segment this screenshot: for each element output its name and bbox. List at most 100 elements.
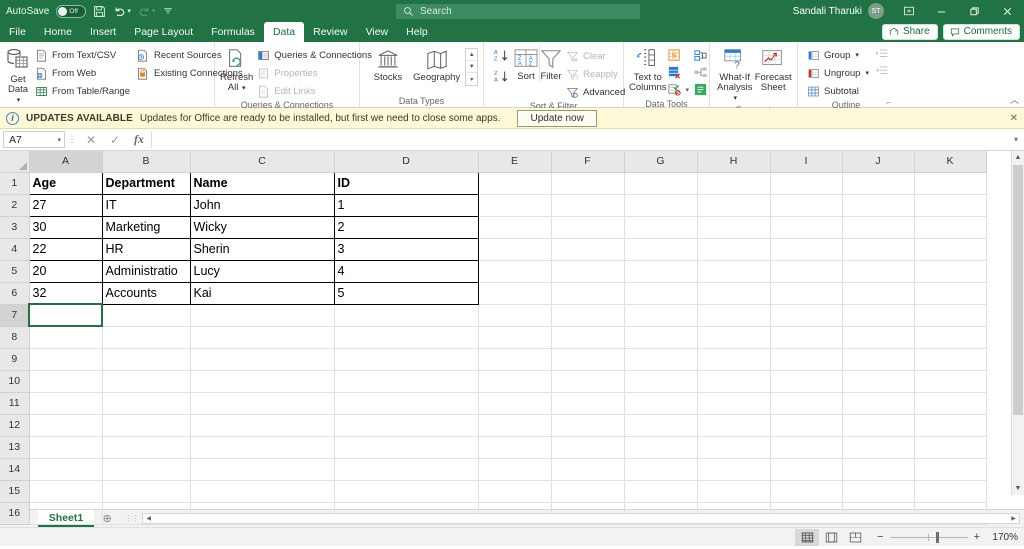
cell-B7[interactable] xyxy=(102,304,190,326)
row-header-14[interactable]: 14 xyxy=(0,458,29,480)
cell-I3[interactable] xyxy=(770,216,842,238)
cell-F15[interactable] xyxy=(551,480,624,502)
cell-C5[interactable]: Lucy xyxy=(190,260,334,282)
cell-I15[interactable] xyxy=(770,480,842,502)
cell-A16[interactable] xyxy=(29,502,102,524)
restore-icon[interactable] xyxy=(958,0,991,22)
cell-D7[interactable] xyxy=(334,304,478,326)
cell-F12[interactable] xyxy=(551,414,624,436)
queries-connections-button[interactable]: Queries & Connections xyxy=(253,47,375,63)
cell-D13[interactable] xyxy=(334,436,478,458)
column-header-b[interactable]: B xyxy=(102,151,190,172)
from-web-button[interactable]: From Web xyxy=(31,65,133,81)
cell-I5[interactable] xyxy=(770,260,842,282)
cell-D4[interactable]: 3 xyxy=(334,238,478,260)
cell-D14[interactable] xyxy=(334,458,478,480)
cell-C8[interactable] xyxy=(190,326,334,348)
undo-icon[interactable]: ▾ xyxy=(113,5,131,18)
customize-quick-access-icon[interactable] xyxy=(162,5,174,17)
get-data-button[interactable]: Get Data ▾ xyxy=(5,45,31,106)
subtotal-button[interactable]: Subtotal xyxy=(803,83,872,99)
cell-H14[interactable] xyxy=(697,458,770,480)
data-validation-dropdown-caret[interactable]: ▾ xyxy=(686,86,693,94)
cell-B9[interactable] xyxy=(102,348,190,370)
tab-data[interactable]: Data xyxy=(264,22,304,42)
cell-F4[interactable] xyxy=(551,238,624,260)
cell-C4[interactable]: Sherin xyxy=(190,238,334,260)
name-box-caret-icon[interactable]: ▾ xyxy=(57,136,61,144)
cell-A9[interactable] xyxy=(29,348,102,370)
ribbon-display-options-icon[interactable] xyxy=(892,0,925,22)
update-now-button[interactable]: Update now xyxy=(517,110,596,127)
data-types-gallery-spinner[interactable]: ▲ ▼ ▾ xyxy=(465,48,478,86)
cell-B2[interactable]: IT xyxy=(102,194,190,216)
undo-dropdown-caret[interactable]: ▾ xyxy=(127,8,131,15)
cell-A2[interactable]: 27 xyxy=(29,194,102,216)
cell-C10[interactable] xyxy=(190,370,334,392)
tab-formulas[interactable]: Formulas xyxy=(202,22,264,42)
cell-H4[interactable] xyxy=(697,238,770,260)
cell-I6[interactable] xyxy=(770,282,842,304)
normal-view-icon[interactable] xyxy=(795,529,819,546)
column-header-h[interactable]: H xyxy=(697,151,770,172)
scroll-up-icon[interactable]: ▲ xyxy=(1012,151,1024,164)
cell-I10[interactable] xyxy=(770,370,842,392)
cell-H12[interactable] xyxy=(697,414,770,436)
share-button[interactable]: Share xyxy=(882,24,938,40)
cell-C3[interactable]: Wicky xyxy=(190,216,334,238)
sort-button[interactable]: ZAAZ Sort xyxy=(513,46,539,82)
cell-A6[interactable]: 32 xyxy=(29,282,102,304)
column-header-e[interactable]: E xyxy=(478,151,551,172)
comments-button[interactable]: Comments xyxy=(943,24,1020,40)
cell-G14[interactable] xyxy=(624,458,697,480)
gallery-scroll-up-icon[interactable]: ▲ xyxy=(466,49,477,61)
vertical-scroll-thumb[interactable] xyxy=(1013,165,1023,415)
cell-C14[interactable] xyxy=(190,458,334,480)
cell-J2[interactable] xyxy=(842,194,914,216)
column-header-k[interactable]: K xyxy=(914,151,986,172)
cell-K9[interactable] xyxy=(914,348,986,370)
outline-dialog-launcher[interactable]: ⌐ xyxy=(886,98,891,107)
cell-G10[interactable] xyxy=(624,370,697,392)
cell-E13[interactable] xyxy=(478,436,551,458)
row-header-5[interactable]: 5 xyxy=(0,260,29,282)
cell-A3[interactable]: 30 xyxy=(29,216,102,238)
cell-I8[interactable] xyxy=(770,326,842,348)
cell-F5[interactable] xyxy=(551,260,624,282)
cell-E15[interactable] xyxy=(478,480,551,502)
cell-G8[interactable] xyxy=(624,326,697,348)
cell-K13[interactable] xyxy=(914,436,986,458)
cell-J6[interactable] xyxy=(842,282,914,304)
search-input[interactable]: Search xyxy=(420,6,452,17)
row-header-4[interactable]: 4 xyxy=(0,238,29,260)
cell-I14[interactable] xyxy=(770,458,842,480)
zoom-slider[interactable] xyxy=(890,537,968,538)
cell-J5[interactable] xyxy=(842,260,914,282)
row-header-12[interactable]: 12 xyxy=(0,414,29,436)
save-icon[interactable] xyxy=(93,5,106,18)
cell-A15[interactable] xyxy=(29,480,102,502)
ungroup-dropdown-caret[interactable]: ▾ xyxy=(865,69,869,77)
autosave-toggle[interactable]: Off xyxy=(56,5,86,18)
cell-F14[interactable] xyxy=(551,458,624,480)
scroll-down-icon[interactable]: ▼ xyxy=(1012,482,1024,495)
refresh-all-button[interactable]: Refresh All ▾ xyxy=(220,45,253,94)
cell-K3[interactable] xyxy=(914,216,986,238)
select-all-corner[interactable] xyxy=(0,151,29,172)
cell-J15[interactable] xyxy=(842,480,914,502)
zoom-out-button[interactable]: − xyxy=(877,531,883,543)
cell-C12[interactable] xyxy=(190,414,334,436)
cell-G13[interactable] xyxy=(624,436,697,458)
cell-A14[interactable] xyxy=(29,458,102,480)
row-header-6[interactable]: 6 xyxy=(0,282,29,304)
cell-G11[interactable] xyxy=(624,392,697,414)
cell-G3[interactable] xyxy=(624,216,697,238)
cell-F6[interactable] xyxy=(551,282,624,304)
cell-B8[interactable] xyxy=(102,326,190,348)
column-header-d[interactable]: D xyxy=(334,151,478,172)
cell-B6[interactable]: Accounts xyxy=(102,282,190,304)
column-header-a[interactable]: A xyxy=(29,151,102,172)
cell-E5[interactable] xyxy=(478,260,551,282)
cell-H6[interactable] xyxy=(697,282,770,304)
gallery-scroll-down-icon[interactable]: ▼ xyxy=(466,61,477,73)
